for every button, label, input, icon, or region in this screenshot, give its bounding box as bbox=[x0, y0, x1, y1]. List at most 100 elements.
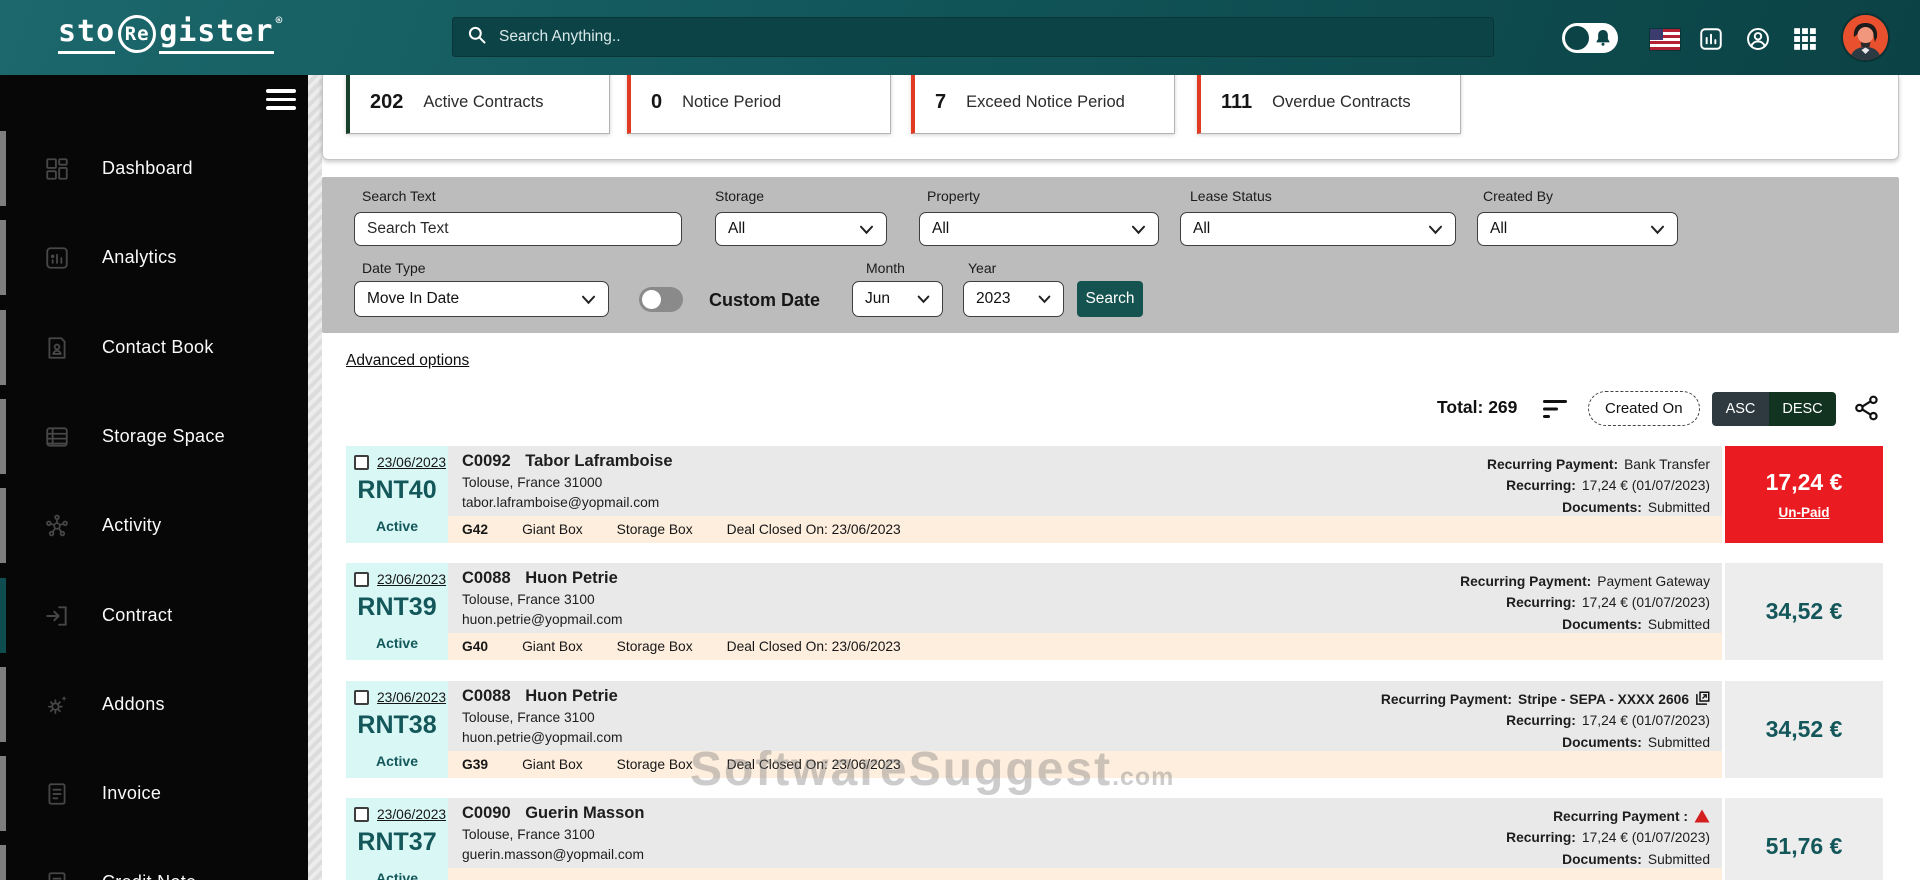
advanced-options-link[interactable]: Advanced options bbox=[346, 352, 469, 370]
sidebar-item-contract[interactable]: Contract bbox=[0, 571, 308, 660]
reports-icon[interactable] bbox=[1698, 26, 1724, 52]
created-by-select[interactable]: All bbox=[1477, 212, 1678, 246]
search-text-input[interactable] bbox=[354, 212, 682, 246]
filter-search-button[interactable]: Search bbox=[1077, 281, 1143, 317]
global-search-input[interactable] bbox=[499, 28, 1479, 46]
storage-space-icon bbox=[46, 426, 68, 447]
row-checkbox[interactable] bbox=[354, 690, 369, 705]
contract-date-link[interactable]: 23/06/2023 bbox=[377, 690, 446, 705]
customer-email: huon.petrie@yopmail.com bbox=[462, 611, 623, 627]
contract-unit: RNT38 bbox=[357, 711, 437, 739]
payment-label: Recurring Payment: bbox=[1487, 457, 1619, 472]
sidebar-item-label: Invoice bbox=[102, 783, 162, 803]
year-select[interactable]: 2023 bbox=[963, 281, 1064, 317]
chevron-down-icon bbox=[1131, 225, 1146, 234]
property-select[interactable]: All bbox=[919, 212, 1159, 246]
created-by-label: Created By bbox=[1483, 188, 1554, 204]
brand-logo-pre: sto bbox=[58, 14, 116, 54]
lease-status-select[interactable]: All bbox=[1180, 212, 1456, 246]
row-checkbox[interactable] bbox=[354, 572, 369, 587]
apps-grid-icon[interactable] bbox=[1792, 26, 1818, 52]
recurring-value: 17,24 € (01/07/2023) bbox=[1581, 478, 1710, 494]
sidebar-item-label: Credit Note bbox=[102, 872, 196, 880]
documents-value: Submitted bbox=[1647, 851, 1710, 867]
documents-label: Documents: bbox=[1562, 499, 1642, 515]
external-link-icon[interactable] bbox=[1695, 691, 1710, 706]
account-icon[interactable] bbox=[1745, 26, 1771, 52]
custom-date-toggle-knob bbox=[642, 290, 661, 309]
sort-desc-button[interactable]: DESC bbox=[1769, 392, 1836, 426]
recurring-label: Recurring: bbox=[1506, 713, 1576, 729]
unit-type: Giant Box bbox=[522, 757, 583, 772]
avatar-illustration bbox=[1843, 15, 1888, 60]
sidebar-item-dashboard[interactable]: Dashboard bbox=[0, 124, 308, 213]
sidebar-collapse-button[interactable] bbox=[266, 89, 296, 111]
share-icon[interactable] bbox=[1853, 394, 1881, 422]
customer-name: Huon Petrie bbox=[525, 569, 618, 587]
theme-toggle[interactable] bbox=[1562, 23, 1618, 53]
sidebar-item-addons[interactable]: Addons bbox=[0, 660, 308, 749]
sidebar-item-analytics[interactable]: Analytics bbox=[0, 213, 308, 302]
storage-select[interactable]: All bbox=[715, 212, 887, 246]
year-label: Year bbox=[968, 260, 997, 276]
stat-label: Overdue Contracts bbox=[1272, 92, 1411, 111]
contract-summary-cell: 23/06/2023 RNT39 Active bbox=[346, 563, 448, 660]
sidebar-item-storage-space[interactable]: Storage Space bbox=[0, 392, 308, 481]
sidebar-item-indicator bbox=[0, 399, 6, 474]
sidebar-item-invoice[interactable]: Invoice bbox=[0, 749, 308, 838]
sidebar-scroll-gutter[interactable] bbox=[308, 75, 322, 880]
contract-detail-cell: C0092 Tabor Laframboise Tolouse, France … bbox=[448, 446, 1722, 543]
flag-canton bbox=[1650, 29, 1663, 40]
recurring-label: Recurring: bbox=[1506, 595, 1576, 611]
language-flag-us[interactable] bbox=[1650, 29, 1680, 50]
contract-date-link[interactable]: 23/06/2023 bbox=[377, 572, 446, 587]
activity-icon bbox=[46, 514, 68, 536]
contract-row-3: 23/06/2023 RNT38 Active C0088 Huon Petri… bbox=[346, 681, 1883, 778]
unpaid-link[interactable]: Un-Paid bbox=[1778, 505, 1829, 520]
date-type-select[interactable]: Move In Date bbox=[354, 281, 609, 317]
price-cell: 34,52 € bbox=[1725, 681, 1883, 778]
chevron-down-icon bbox=[1038, 295, 1051, 304]
addons-icon bbox=[48, 695, 67, 714]
payment-method: Stripe - SEPA - XXXX 2606 bbox=[1518, 692, 1689, 707]
contract-status: Active bbox=[375, 518, 419, 534]
top-header: sto Re gister ® bbox=[0, 0, 1920, 75]
contract-date-link[interactable]: 23/06/2023 bbox=[377, 807, 446, 822]
date-type-select-value: Move In Date bbox=[367, 290, 460, 307]
custom-date-toggle[interactable] bbox=[639, 287, 683, 312]
unit-code: G40 bbox=[462, 639, 489, 654]
sort-by-pill[interactable]: Created On bbox=[1588, 391, 1700, 426]
global-search-bar[interactable] bbox=[452, 17, 1494, 57]
total-count: Total: 269 bbox=[1437, 397, 1518, 417]
warning-triangle-icon[interactable] bbox=[1694, 809, 1710, 823]
chevron-down-icon bbox=[581, 295, 596, 304]
contract-code: C0088 bbox=[462, 569, 511, 587]
payment-label: Recurring Payment: bbox=[1380, 692, 1512, 707]
contract-detail-cell: C0088 Huon Petrie Tolouse, France 3100 h… bbox=[448, 681, 1722, 778]
month-select[interactable]: Jun bbox=[852, 281, 943, 317]
user-avatar[interactable] bbox=[1843, 15, 1888, 60]
row-checkbox[interactable] bbox=[354, 455, 369, 470]
lease-status-label: Lease Status bbox=[1190, 188, 1272, 204]
contract-summary-cell: 23/06/2023 RNT40 Active bbox=[346, 446, 448, 543]
contract-date-link[interactable]: 23/06/2023 bbox=[377, 455, 446, 470]
recurring-value: 17,24 € (01/07/2023) bbox=[1581, 595, 1710, 611]
deal-closed-on: Deal Closed On: 23/06/2023 bbox=[726, 522, 901, 537]
row-checkbox[interactable] bbox=[354, 807, 369, 822]
sidebar-item-contact-book[interactable]: Contact Book bbox=[0, 303, 308, 392]
search-text-label: Search Text bbox=[362, 188, 436, 204]
stat-card-notice-period: 0 Notice Period bbox=[627, 70, 891, 134]
sidebar-item-label: Activity bbox=[102, 515, 162, 535]
sort-asc-button[interactable]: ASC bbox=[1712, 392, 1769, 426]
sort-icon[interactable] bbox=[1543, 399, 1569, 419]
invoice-icon bbox=[48, 782, 66, 805]
storage-label: Storage bbox=[715, 188, 765, 204]
amount: 34,52 € bbox=[1765, 598, 1843, 624]
brand-logo[interactable]: sto Re gister ® bbox=[58, 14, 283, 54]
sidebar-item-activity[interactable]: Activity bbox=[0, 481, 308, 570]
sidebar-item-credit-note[interactable]: Credit Note bbox=[0, 838, 308, 880]
customer-email: guerin.masson@yopmail.com bbox=[462, 846, 644, 862]
stat-value: 202 bbox=[370, 90, 404, 113]
payment-method: Bank Transfer bbox=[1624, 457, 1710, 472]
chevron-down-icon bbox=[1428, 225, 1443, 234]
